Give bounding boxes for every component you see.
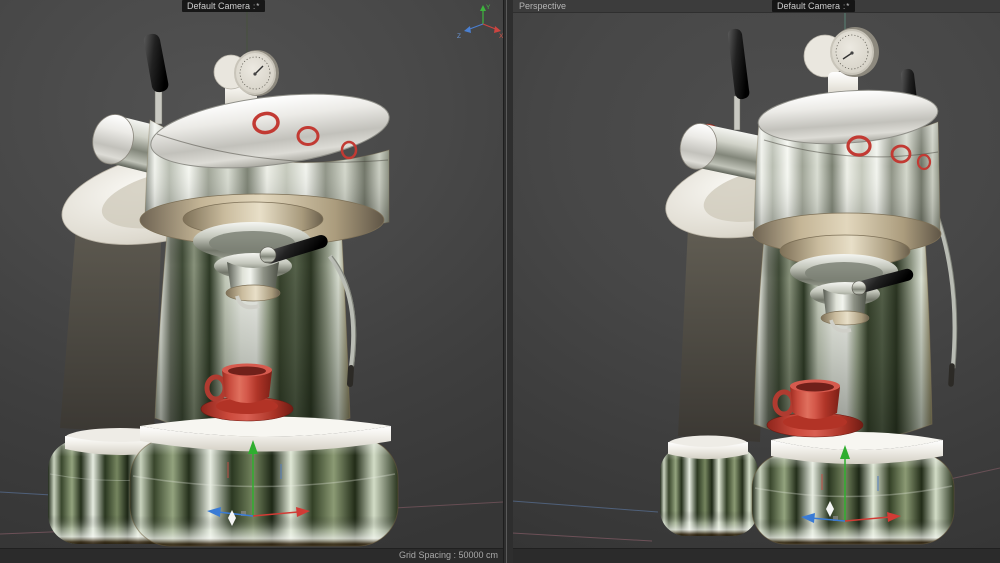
machine-base <box>129 437 399 547</box>
camera-label[interactable]: Default Camera:* <box>182 0 266 12</box>
viewport-header[interactable]: Perspective <box>512 0 1000 13</box>
viewport-splitter[interactable] <box>503 0 513 563</box>
c4d-window: Y Z X Default Camera:* Perspective Defa… <box>0 0 1000 563</box>
scene-render-right <box>512 13 1000 545</box>
drip-tray <box>771 432 943 464</box>
camera-label[interactable]: Default Camera:* <box>772 0 856 12</box>
pressure-gauge <box>803 27 879 98</box>
espresso-machine <box>660 27 958 545</box>
base-lobe <box>660 435 758 536</box>
machine-back-column <box>678 228 766 442</box>
camera-state-icon[interactable]: :* <box>843 2 850 11</box>
axis-z-label: Z <box>457 33 461 40</box>
steam-lever-left <box>727 28 750 131</box>
viewport-right[interactable]: Perspective Default Camera:* <box>512 0 1000 548</box>
steam-lever <box>143 33 169 125</box>
viewport-title: Perspective <box>519 1 567 11</box>
camera-label-text: Default Camera <box>187 1 251 11</box>
world-axis-display: Y Z X <box>457 4 503 40</box>
grid-spacing-label: Grid Spacing : 50000 cm <box>398 550 498 560</box>
status-bar: Grid Spacing : 50000 cm <box>0 548 1000 563</box>
viewport-left[interactable]: Y Z X Default Camera:* <box>0 0 503 548</box>
espresso-machine <box>48 33 399 547</box>
camera-label-text: Default Camera <box>777 1 841 11</box>
drip-tray <box>140 416 391 452</box>
scene-render-left: Y Z X <box>0 0 503 547</box>
axis-y-label: Y <box>486 4 491 11</box>
camera-state-icon[interactable]: :* <box>253 2 260 11</box>
machine-base <box>751 453 955 545</box>
